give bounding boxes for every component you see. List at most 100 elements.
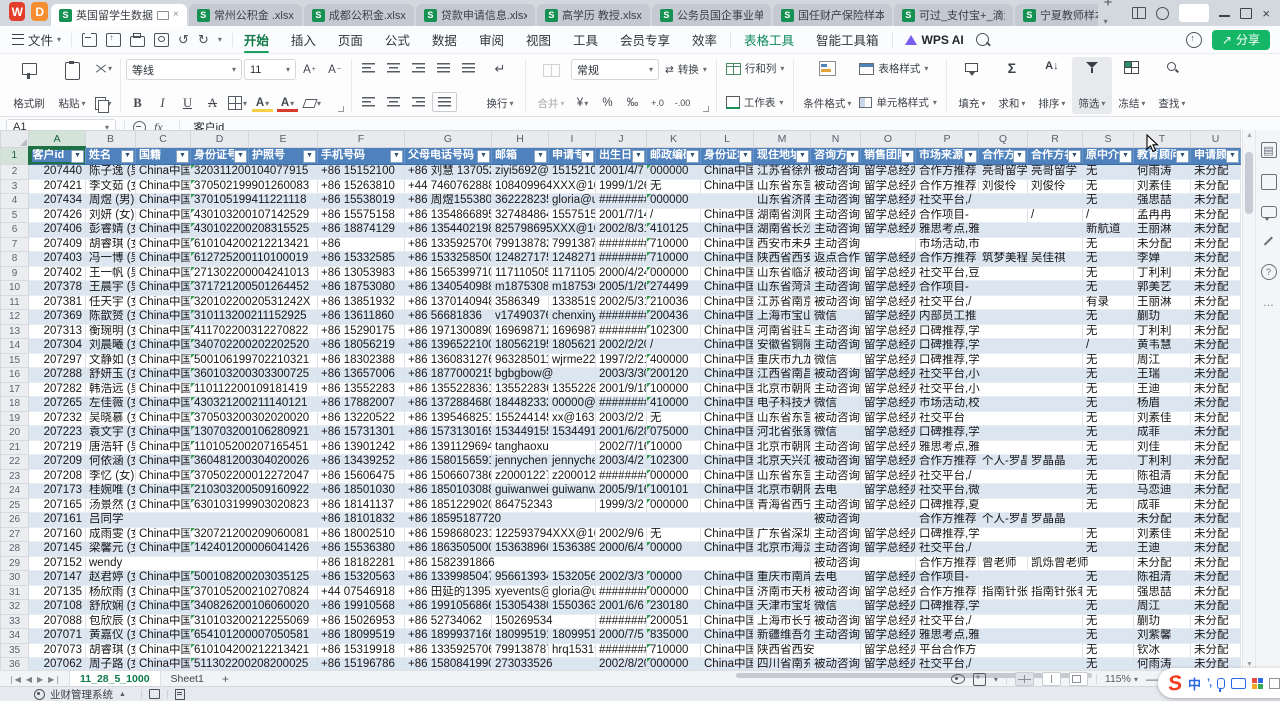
cell[interactable]: 无 — [1083, 266, 1134, 281]
cell[interactable]: 2003/2/2 — [596, 411, 647, 426]
cell[interactable]: ######## — [596, 237, 647, 252]
cell[interactable]: 2001/6/28 — [596, 426, 647, 441]
menu-tab-7[interactable]: 工具 — [562, 26, 609, 53]
menu-tab-0[interactable]: 开始 — [233, 26, 280, 53]
cell[interactable]: 青海省西宁 — [754, 498, 811, 513]
cell[interactable]: +86 15332585 — [318, 252, 405, 267]
cell[interactable]: 无 — [1083, 194, 1134, 209]
cell[interactable]: 社交平台,小 — [916, 382, 1083, 397]
cell[interactable]: 无 — [1083, 585, 1134, 600]
cell[interactable]: China中国 — [701, 614, 754, 629]
row-header[interactable]: 9 — [1, 266, 29, 281]
workspace-layout-icon[interactable] — [1132, 7, 1146, 19]
row-header[interactable]: 12 — [1, 310, 29, 325]
cell[interactable]: +86 1354866895 — [405, 208, 492, 223]
cell[interactable]: China中国 — [701, 397, 754, 412]
cell[interactable]: +86 15731301 — [318, 426, 405, 441]
cell[interactable]: 留学总经办 — [861, 165, 916, 180]
cell[interactable]: China中国 — [136, 179, 191, 194]
cell[interactable]: 胡睿琪 (女 — [86, 643, 136, 658]
align-right-button[interactable] — [407, 93, 430, 111]
cell[interactable]: 无 — [1083, 542, 1134, 557]
cell[interactable]: 000000 — [647, 194, 754, 209]
row-header[interactable]: 7 — [1, 237, 29, 252]
cell[interactable]: 合作方推荐 — [916, 179, 979, 194]
cell[interactable]: 留学总经办 — [861, 469, 916, 484]
cell[interactable]: 刘紫馨 — [1134, 629, 1191, 644]
taskbar-app-label[interactable]: 业财管理系统 — [50, 687, 113, 702]
cell[interactable]: China中国 — [136, 310, 191, 325]
cell[interactable]: 2000/7/5 — [596, 629, 647, 644]
worksheet-button[interactable]: 工作表▾ — [722, 93, 789, 112]
cell[interactable]: China中国 — [701, 353, 754, 368]
filter-dropdown-icon[interactable]: ▼ — [1119, 150, 1132, 163]
cell[interactable]: v17490376 — [492, 310, 549, 325]
cell[interactable]: 未分配 — [1191, 455, 1241, 470]
cell[interactable]: 无 — [1083, 527, 1134, 542]
cell[interactable]: 市场活动,校 — [916, 397, 1083, 412]
cell[interactable]: 150269534 — [492, 614, 596, 629]
cell[interactable]: +86 15196786 — [318, 658, 405, 671]
cell[interactable]: 杨眉 — [1134, 397, 1191, 412]
cell[interactable]: 未分配 — [1191, 513, 1241, 528]
cell[interactable]: 273033526 — [492, 658, 596, 671]
cell[interactable]: 200436 — [647, 310, 701, 325]
cell[interactable]: 864752343 — [492, 498, 596, 513]
cell[interactable]: 未分配 — [1191, 571, 1241, 586]
cell[interactable]: 无 — [1083, 571, 1134, 586]
column-header-C[interactable]: C — [136, 131, 191, 148]
cell[interactable]: +86 18874129 — [318, 223, 405, 238]
cell[interactable]: 500108200203035125 — [191, 571, 318, 586]
cell[interactable]: 630103199903020823 — [191, 498, 318, 513]
cell[interactable]: 留学总经办 — [861, 353, 916, 368]
cell[interactable]: ######## — [596, 252, 647, 267]
cell[interactable]: 梁馨元 (女 — [86, 542, 136, 557]
cell[interactable]: 社交平台,/ — [916, 469, 1083, 484]
cell[interactable]: 169698712 — [492, 324, 549, 339]
menu-tab-2[interactable]: 页面 — [327, 26, 374, 53]
cell[interactable]: 207304 — [29, 339, 86, 354]
cell[interactable]: 075000 — [647, 426, 701, 441]
cell[interactable]: China中国 — [136, 469, 191, 484]
cell[interactable]: 207288 — [29, 368, 86, 383]
filter-dropdown-icon[interactable]: ▼ — [632, 150, 645, 163]
filter-dropdown-icon[interactable]: ▼ — [303, 150, 316, 163]
cell[interactable]: China中国 — [136, 600, 191, 615]
align-bottom-button[interactable] — [407, 59, 430, 77]
cell[interactable]: +86 1372884680 — [405, 397, 492, 412]
cell[interactable]: 社交平台,/ — [916, 658, 1083, 671]
align-middle-button[interactable] — [382, 59, 405, 77]
keyboard-icon[interactable] — [1231, 678, 1246, 689]
font-color-button[interactable]: A▾ — [276, 94, 299, 112]
cell[interactable]: 835000 — [647, 629, 701, 644]
cell[interactable]: 362228235 — [492, 194, 549, 209]
cell[interactable]: 微信 — [811, 426, 861, 441]
selection-mode-icon[interactable] — [973, 673, 986, 686]
next-sheet-icon[interactable]: ▶ — [37, 675, 43, 684]
cell[interactable]: 370503200302020020 — [191, 411, 318, 426]
cell[interactable]: 被动咨询 — [811, 455, 861, 470]
cell[interactable]: China中国 — [136, 629, 191, 644]
cell[interactable]: +86 1863505000 — [405, 542, 492, 557]
column-header-U[interactable]: U — [1191, 131, 1241, 148]
cell[interactable]: 刘素佳 — [1134, 527, 1191, 542]
cell[interactable]: China中国 — [136, 208, 191, 223]
cell[interactable]: 未分配 — [1191, 237, 1241, 252]
cell[interactable]: China中国 — [136, 542, 191, 557]
cell[interactable]: 被动咨询 — [811, 658, 861, 671]
cell[interactable]: 无 — [647, 411, 701, 426]
cell[interactable]: +86 13220522 — [318, 411, 405, 426]
cell[interactable]: 155036389 — [549, 600, 596, 615]
cell[interactable]: +86 15536380 — [318, 542, 405, 557]
cell[interactable]: 207062 — [29, 658, 86, 671]
number-format-select[interactable]: 常规▾ — [571, 59, 659, 80]
row-header[interactable]: 15 — [1, 353, 29, 368]
cell[interactable]: China中国 — [701, 368, 754, 383]
new-tab-button[interactable]: + ▾ — [1104, 0, 1119, 28]
cell[interactable]: 799138787 — [492, 643, 549, 658]
cell[interactable]: 180995191 — [549, 629, 596, 644]
cell[interactable]: 王晨宇 (男 — [86, 281, 136, 296]
cell[interactable]: 未分配 — [1191, 223, 1241, 238]
cell[interactable]: 未分配 — [1191, 382, 1241, 397]
cell[interactable]: 陈子逸 (男 — [86, 165, 136, 180]
